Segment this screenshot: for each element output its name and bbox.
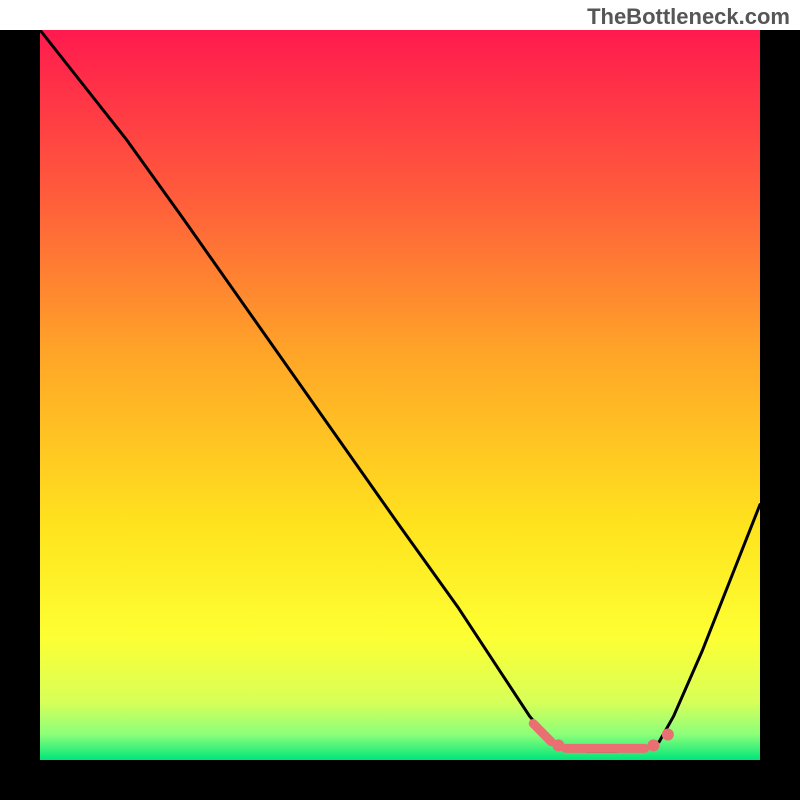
plot-area: [0, 30, 800, 800]
chart-svg: [0, 30, 800, 800]
chart-container: TheBottleneck.com: [0, 0, 800, 800]
watermark-text: TheBottleneck.com: [587, 4, 790, 30]
